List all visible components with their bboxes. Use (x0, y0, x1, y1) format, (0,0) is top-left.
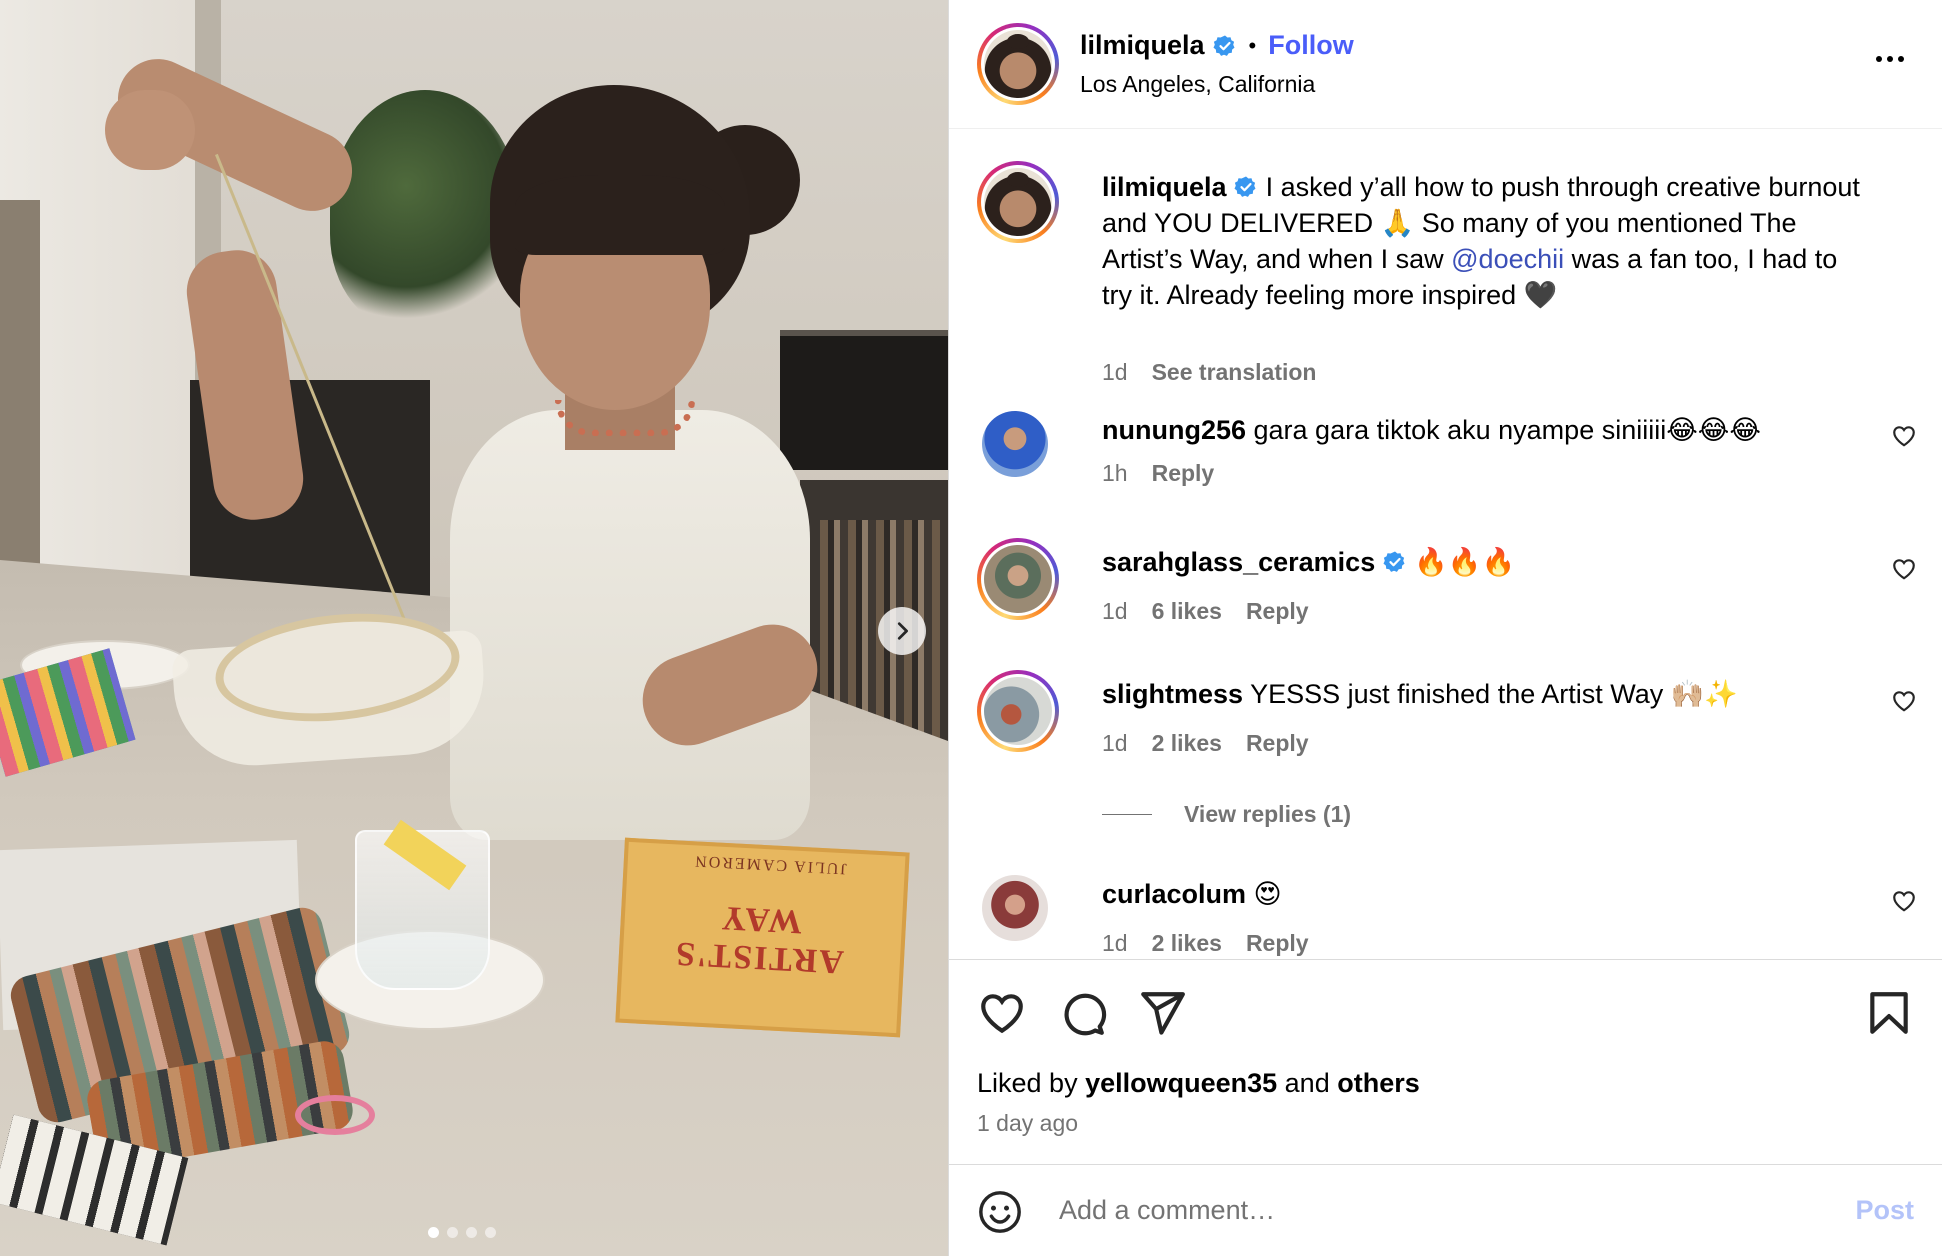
see-translation-button[interactable]: See translation (1152, 359, 1317, 386)
post-modal: JULIA CAMERON ARTIST'S WAY lilmiquela • … (0, 0, 1942, 1256)
post-actions: Liked by yellowqueen35 and others 1 day … (949, 959, 1942, 1164)
comment-like-heart-icon[interactable] (1891, 556, 1917, 582)
verified-badge-icon (1383, 551, 1405, 572)
caption-time[interactable]: 1d (1102, 359, 1128, 386)
comment-body: 😍 (1246, 879, 1282, 909)
comment-likes[interactable]: 6 likes (1152, 598, 1222, 625)
photo-scissors (295, 1095, 375, 1135)
photo-book-title: ARTIST'S WAY (673, 898, 845, 981)
carousel-dot (466, 1227, 477, 1238)
comment-text: curlacolum 😍 (1102, 876, 1872, 912)
liked-by-user[interactable]: yellowqueen35 (1085, 1068, 1277, 1098)
header-separator: • (1248, 32, 1257, 58)
comment-body: gara gara tiktok aku nyampe siniiiii😂😂😂 (1246, 415, 1761, 445)
comment-username[interactable]: slightmess (1102, 679, 1243, 709)
comment-username[interactable]: sarahglass_ceramics (1102, 547, 1375, 577)
comment-meta: 1d 6 likes Reply (1102, 598, 1309, 625)
reply-button[interactable]: Reply (1246, 930, 1309, 957)
comment-icon[interactable] (1057, 988, 1107, 1038)
next-chevron-icon (897, 622, 908, 640)
caption-avatar[interactable] (977, 161, 1059, 243)
liked-by-and: and (1277, 1068, 1338, 1098)
view-replies-label: View replies (1) (1184, 801, 1352, 827)
comment-like-heart-icon[interactable] (1891, 888, 1917, 914)
comments-list[interactable]: lilmiquela I asked y’all how to push thr… (949, 129, 1942, 959)
comment-time[interactable]: 1d (1102, 930, 1128, 957)
carousel-dot (485, 1227, 496, 1238)
comment-text: sarahglass_ceramics 🔥🔥🔥 (1102, 544, 1872, 580)
comment-text: nunung256 gara gara tiktok aku nyampe si… (1102, 412, 1872, 448)
comment-time[interactable]: 1h (1102, 460, 1128, 487)
photo-stereo (780, 330, 948, 470)
comment-meta: 1d 2 likes Reply (1102, 730, 1309, 757)
commenter-avatar[interactable] (977, 670, 1059, 752)
bookmark-icon[interactable] (1864, 988, 1914, 1038)
view-replies-button[interactable]: View replies (1) (1102, 801, 1351, 828)
comment-text: slightmess YESSS just finished the Artis… (1102, 676, 1872, 712)
comment-username[interactable]: curlacolum (1102, 879, 1246, 909)
liked-by-prefix: Liked by (977, 1068, 1086, 1098)
follow-button[interactable]: Follow (1268, 30, 1353, 61)
reply-button[interactable]: Reply (1246, 598, 1309, 625)
heart-icon[interactable] (977, 988, 1027, 1038)
comment-time[interactable]: 1d (1102, 730, 1128, 757)
comment-composer: Post (949, 1164, 1942, 1256)
comment-meta: 1d 2 likes Reply (1102, 930, 1309, 957)
reply-button[interactable]: Reply (1152, 460, 1215, 487)
photo-person-hand (105, 90, 195, 170)
caption-mention[interactable]: @doechii (1451, 244, 1564, 274)
carousel-dot (447, 1227, 458, 1238)
carousel-dot (428, 1227, 439, 1238)
carousel-indicator (428, 1227, 496, 1238)
view-replies-line (1102, 814, 1152, 815)
caption-meta: 1d See translation (1102, 359, 1316, 386)
post-header: lilmiquela • Follow Los Angeles, Califor… (949, 0, 1942, 129)
photo-person-bangs (515, 175, 725, 255)
verified-badge-icon (1234, 176, 1256, 197)
emoji-icon[interactable] (977, 1189, 1023, 1235)
comment-like-heart-icon[interactable] (1891, 423, 1917, 449)
caption-text: lilmiquela I asked y’all how to push thr… (1102, 169, 1872, 313)
comment-username[interactable]: nunung256 (1102, 415, 1246, 445)
post-location[interactable]: Los Angeles, California (1080, 71, 1354, 98)
commenter-avatar[interactable] (982, 411, 1048, 477)
comment-input[interactable] (1059, 1187, 1759, 1233)
comment-body: 🔥🔥🔥 (1406, 547, 1516, 577)
author-avatar[interactable] (977, 23, 1059, 105)
comment-body: YESSS just finished the Artist Way 🙌🏼✨ (1243, 679, 1738, 709)
commenter-avatar[interactable] (982, 875, 1048, 941)
post-sidebar: lilmiquela • Follow Los Angeles, Califor… (948, 0, 1942, 1256)
liked-by-others[interactable]: others (1337, 1068, 1420, 1098)
share-icon[interactable] (1137, 988, 1187, 1038)
verified-badge-icon (1213, 35, 1235, 56)
caption-username[interactable]: lilmiquela (1102, 172, 1227, 202)
commenter-avatar[interactable] (977, 538, 1059, 620)
comment-like-heart-icon[interactable] (1891, 688, 1917, 714)
post-time[interactable]: 1 day ago (977, 1110, 1078, 1137)
liked-by: Liked by yellowqueen35 and others (977, 1068, 1420, 1099)
post-comment-button[interactable]: Post (1855, 1195, 1914, 1226)
photo-person-dress (450, 410, 810, 840)
comment-likes[interactable]: 2 likes (1152, 730, 1222, 757)
author-username[interactable]: lilmiquela (1080, 30, 1205, 61)
post-photo[interactable]: JULIA CAMERON ARTIST'S WAY (0, 0, 948, 1256)
comment-likes[interactable]: 2 likes (1152, 930, 1222, 957)
comment-time[interactable]: 1d (1102, 598, 1128, 625)
comment-meta: 1h Reply (1102, 460, 1214, 487)
reply-button[interactable]: Reply (1246, 730, 1309, 757)
next-photo-button[interactable] (878, 607, 926, 655)
more-options-icon[interactable] (1870, 44, 1910, 74)
